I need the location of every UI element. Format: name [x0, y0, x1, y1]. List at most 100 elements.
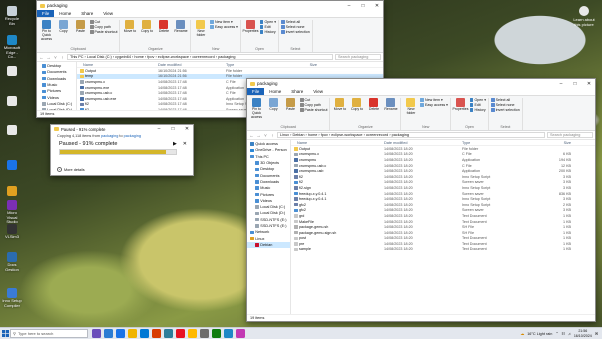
column-header-name[interactable]: Name [291, 141, 383, 145]
file-row[interactable]: fi2 14/08/2023 18:20 Inno Setup Script 3 KB [291, 174, 595, 180]
edit-button[interactable]: Edit [469, 103, 486, 107]
file-row[interactable]: fi2-sign 14/08/2023 18:20 Inno Setup Scrip… [291, 185, 595, 191]
tab-file[interactable]: File [37, 10, 55, 17]
file-row[interactable]: package-gemu-sign.sh 14/08/2023 18:20 SH F… [291, 230, 595, 236]
easy-access-button[interactable]: Easy access ▾ [420, 103, 448, 107]
file-row[interactable]: crumspmu 14/08/2023 18:20 Application 194 K… [291, 157, 595, 163]
start-button[interactable] [0, 328, 10, 339]
desktop-icon[interactable] [2, 96, 22, 107]
learn-about-picture[interactable]: Learn about this picture [570, 6, 598, 27]
column-header-size[interactable]: Size [285, 63, 317, 67]
new-item-button[interactable]: New item ▾ [420, 98, 447, 102]
tab-share[interactable]: Share [76, 10, 98, 17]
desktop-icon[interactable] [2, 160, 22, 171]
paste-shortcut-button[interactable]: Paste shortcut [90, 30, 117, 34]
desktop-icon[interactable]: Microsoft Edge - Co... [2, 35, 22, 60]
paste-shortcut-button[interactable]: Paste shortcut [300, 108, 327, 112]
copy-destination-link[interactable]: packaging [124, 134, 141, 138]
nav-item[interactable]: Debian [247, 241, 290, 249]
taskbar-app-icon[interactable] [116, 329, 125, 338]
taskbar-app-icon[interactable] [212, 329, 221, 338]
taskbar-app-icon[interactable] [200, 329, 209, 338]
copy-to-button[interactable]: Copy to [349, 98, 364, 125]
select-all-button[interactable]: Select all [491, 98, 520, 102]
search-input[interactable]: Search packaging [335, 54, 381, 60]
address-bar[interactable]: This PC › Local Disk (C:) › cygwin64 › h… [67, 54, 333, 60]
volume-icon[interactable]: ♫ [568, 332, 571, 336]
column-header-type[interactable]: Type [225, 63, 285, 67]
column-header-name[interactable]: Name [77, 63, 157, 67]
column-header-type[interactable]: Type [461, 141, 531, 145]
paste-button[interactable]: Paste [283, 98, 298, 125]
file-row[interactable]: freedup-x.y.0.4.1 14/08/2023 18:20 Inno Se… [291, 196, 595, 202]
minimize-button[interactable]: – [555, 79, 567, 88]
copy-source-link[interactable]: packaging [101, 134, 118, 138]
desktop-icon[interactable] [2, 66, 22, 77]
edit-button[interactable]: Edit [259, 25, 276, 29]
file-row[interactable]: gfc2 14/08/2023 18:20 Screen saver 3 KB [291, 208, 595, 214]
file-row[interactable]: package-gemu.sh 14/08/2023 18:20 SH File 1 … [291, 224, 595, 230]
desktop-icon[interactable]: Recycle Bin [2, 6, 22, 26]
desktop-icon[interactable]: Micro Visual Studio [2, 200, 22, 225]
file-row[interactable]: grd 14/08/2023 18:20 Text Document 1 KB [291, 213, 595, 219]
select-none-button[interactable]: Select none [491, 103, 520, 107]
maximize-button[interactable]: □ [357, 1, 369, 10]
invert-selection-button[interactable]: Invert selection [491, 108, 520, 112]
copy-button[interactable]: Copy [266, 98, 281, 125]
weather-text[interactable]: 16°C Light rain [527, 332, 552, 336]
new-item-button[interactable]: New item ▾ [210, 20, 237, 24]
file-row[interactable]: post 14/08/2023 18:20 Text Document 1 KB [291, 236, 595, 242]
close-button[interactable]: ✕ [181, 125, 193, 134]
invert-selection-button[interactable]: Invert selection [281, 30, 310, 34]
delete-button[interactable]: Delete [156, 20, 171, 47]
recent-locations-button[interactable]: ˅ [263, 133, 268, 138]
weather-icon[interactable]: ☁ [520, 331, 524, 336]
paste-button[interactable]: Paste [73, 20, 88, 47]
tab-home[interactable]: Home [54, 10, 76, 17]
tab-view[interactable]: View [98, 10, 118, 17]
recent-locations-button[interactable]: ˅ [53, 55, 58, 60]
tab-file[interactable]: File [247, 88, 265, 95]
desktop-icon[interactable]: VLSim3 [2, 224, 22, 240]
close-button[interactable]: ✕ [371, 1, 383, 10]
file-row[interactable]: crumspmu-usb.c 14/08/2023 18:20 C File 12 K… [291, 163, 595, 169]
taskbar-search[interactable]: ⚲ Type here to search [10, 329, 88, 338]
file-row[interactable]: fi2 14/08/2023 18:20 Screen saver 3 KB [291, 180, 595, 186]
open-button[interactable]: Open ▾ [259, 20, 276, 24]
tab-home[interactable]: Home [264, 88, 286, 95]
minimize-button[interactable]: – [153, 125, 165, 134]
column-header-date-modified[interactable]: Date modified [157, 63, 225, 67]
easy-access-button[interactable]: Easy access ▾ [210, 25, 238, 29]
minimize-button[interactable]: – [343, 1, 355, 10]
taskbar-app-icon[interactable] [236, 329, 245, 338]
column-header-size[interactable]: Size [531, 141, 571, 145]
chevron-up-icon[interactable]: ⌃ [555, 331, 558, 336]
file-row[interactable]: crumspmu-usb 14/08/2023 18:20 Application 2… [291, 168, 595, 174]
file-row[interactable]: freedup-x.y.0.4.1 14/08/2023 18:20 Screen … [291, 191, 595, 197]
explorer-window-front[interactable]: packaging – □ ✕ File Home Share View Pin to Quic… [246, 78, 596, 322]
select-none-button[interactable]: Select none [281, 25, 310, 29]
taskbar-app-icon[interactable] [128, 329, 137, 338]
taskbar-app-icon[interactable] [188, 329, 197, 338]
history-button[interactable]: History [259, 30, 276, 34]
move-to-button[interactable]: Move to [332, 98, 347, 125]
up-button[interactable]: ↑ [270, 133, 275, 138]
cancel-icon[interactable]: ✕ [183, 141, 187, 147]
properties-button[interactable]: Properties [243, 20, 258, 47]
properties-button[interactable]: Properties [453, 98, 468, 125]
pin-button[interactable]: Pin to Quick access [249, 98, 264, 125]
desktop-icon[interactable]: Inno Setup Compiler [2, 288, 22, 308]
new-folder-button[interactable]: New folder [403, 98, 418, 125]
more-details-toggle[interactable]: ⌄ More details [57, 167, 85, 172]
desktop-icon[interactable] [2, 125, 22, 136]
clock[interactable]: 21:56 16/10/2024 [574, 329, 592, 338]
copy-path-button[interactable]: Copy path [300, 103, 327, 107]
back-button[interactable]: ← [39, 55, 44, 60]
up-button[interactable]: ↑ [60, 55, 65, 60]
desktop-icon[interactable] [2, 186, 22, 197]
cut-button[interactable]: Cut [90, 20, 117, 24]
network-icon[interactable]: ☷ [562, 331, 565, 336]
back-button[interactable]: ← [249, 133, 254, 138]
taskbar-app-icon[interactable] [176, 329, 185, 338]
delete-button[interactable]: Delete [366, 98, 381, 125]
